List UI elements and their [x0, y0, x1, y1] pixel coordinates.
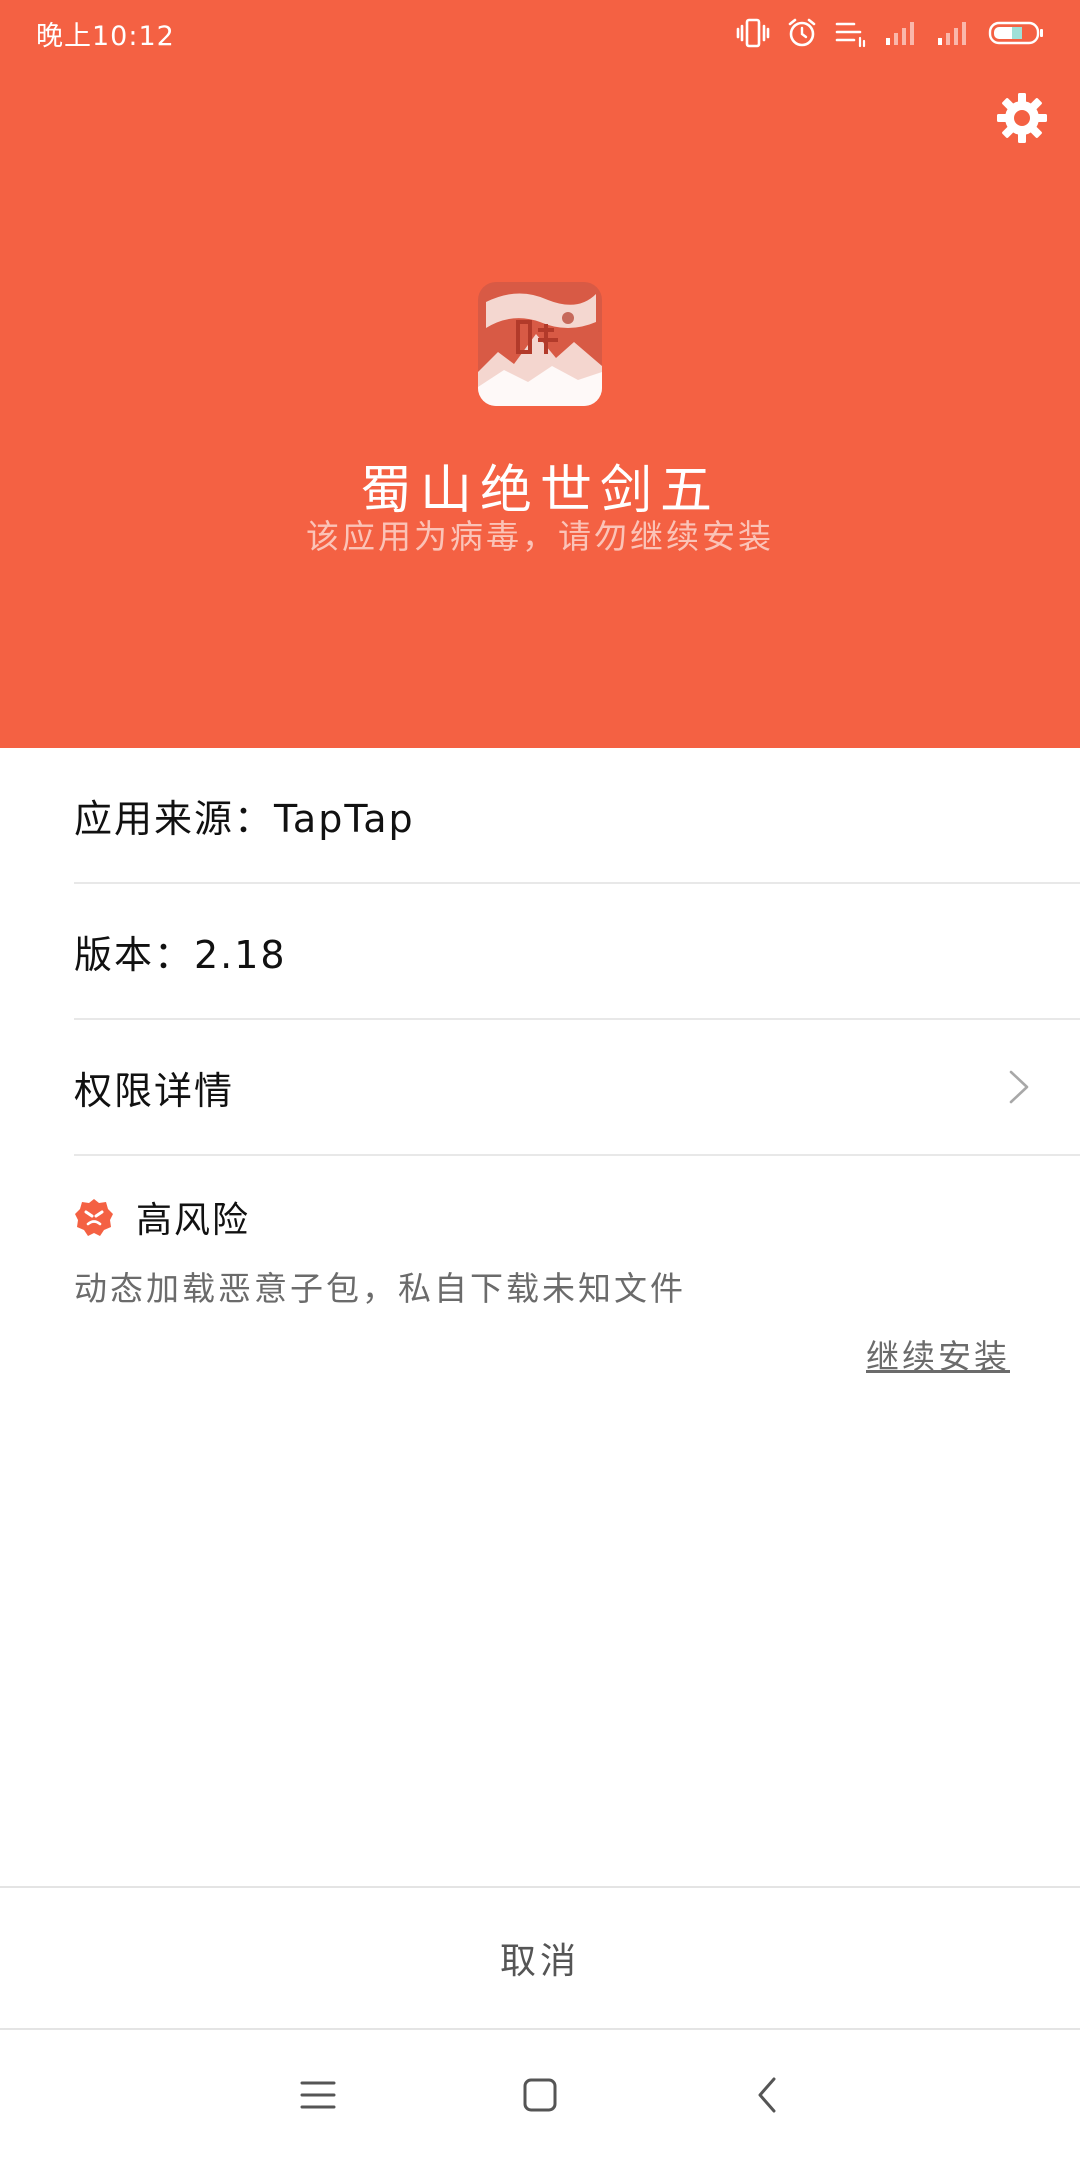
signal-icon	[938, 22, 966, 45]
cancel-button[interactable]: 取消	[0, 1886, 1080, 2030]
app-source-label: 应用来源：TapTap	[74, 796, 415, 841]
virus-warning: 该应用为病毒，请勿继续安装	[306, 517, 774, 556]
notification-icon	[835, 22, 866, 48]
permission-details-row[interactable]: 权限详情	[74, 1020, 1080, 1156]
warning-shield-icon	[75, 1199, 113, 1236]
chevron-right-icon	[1009, 1070, 1029, 1104]
vibrate-icon	[736, 18, 770, 48]
home-icon[interactable]	[512, 2067, 568, 2123]
risk-header: 高风险	[74, 1195, 250, 1241]
signal-icon	[886, 22, 914, 45]
permission-details-label: 权限详情	[74, 1068, 235, 1113]
app-version-row: 版本：2.18	[74, 884, 1080, 1020]
status-bar: 晚上10:12	[0, 0, 1080, 64]
app-icon	[478, 282, 602, 406]
battery-icon	[988, 21, 1043, 45]
app-header: 晚上10:12 蜀山绝世剑五 该应用为病毒，请勿继续安装	[0, 0, 1080, 748]
back-icon[interactable]	[740, 2067, 796, 2123]
risk-level-label: 高风险	[136, 1200, 251, 1241]
navigation-bar	[0, 2030, 1080, 2160]
gear-icon[interactable]	[994, 90, 1050, 146]
continue-install-link[interactable]: 继续安装	[866, 1330, 1010, 1378]
app-source-row: 应用来源：TapTap	[74, 748, 1080, 884]
status-icons	[736, 16, 1044, 50]
risk-description: 动态加载恶意子包，私自下载未知文件	[74, 1269, 686, 1308]
menu-icon[interactable]	[290, 2067, 346, 2123]
alarm-icon	[788, 18, 816, 47]
status-time: 晚上10:12	[36, 21, 175, 52]
app-version-label: 版本：2.18	[74, 932, 287, 977]
cancel-label: 取消	[499, 1941, 580, 1982]
